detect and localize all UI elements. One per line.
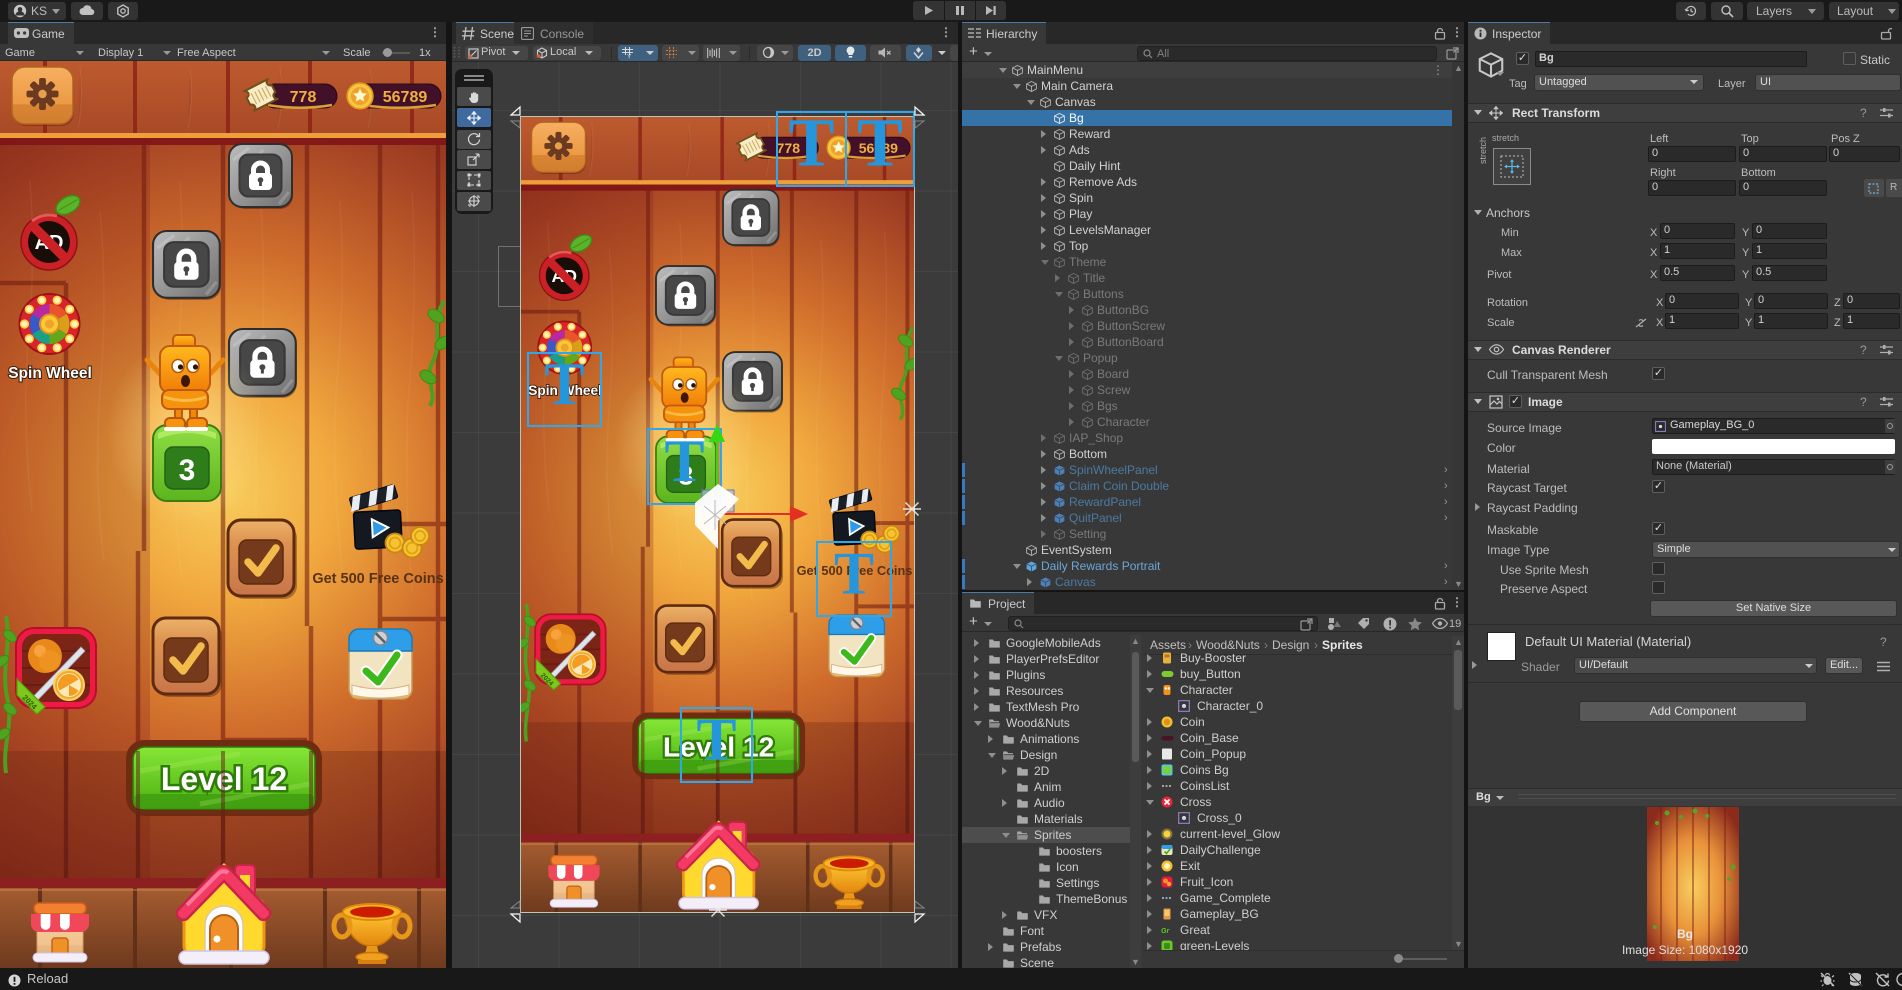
svg-text:T: T [857,105,903,181]
svg-text:T: T [788,105,834,181]
svg-text:T: T [544,351,584,417]
svg-text:Gr: Gr [1161,928,1170,935]
svg-text:T: T [696,706,736,772]
svg-text:T: T [834,540,874,606]
svg-text:Y: Y [627,54,632,60]
svg-text:T: T [664,428,704,494]
